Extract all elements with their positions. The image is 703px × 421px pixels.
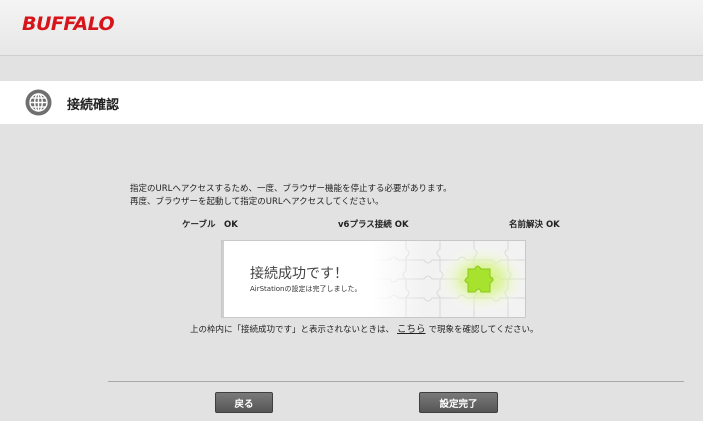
success-subtitle: AirStationの設定は完了しました。 (250, 285, 362, 293)
success-title: 接続成功です！ (250, 266, 348, 282)
puzzle-image (372, 241, 525, 317)
hint-after: で現象を確認してください。 (428, 325, 539, 335)
frame-border (222, 241, 224, 317)
status-cable: ケーブル OK (182, 220, 238, 230)
status-v6plus: v6プラス接続 OK (338, 220, 409, 230)
hint-before: 上の枠内に「接続成功です」と表示されないときは、 (190, 325, 395, 335)
hint-link[interactable]: こちら (397, 324, 426, 335)
title-bar: 接続確認 (0, 81, 703, 124)
globe-icon (25, 89, 52, 116)
message-line-1: 指定のURLへアクセスするため、一度、ブラウザー機能を停止する必要があります。 (130, 184, 452, 194)
connection-check-frame: 接続成功です！ AirStationの設定は完了しました。 (221, 240, 526, 318)
buffalo-logo: BUFFALO (22, 13, 115, 35)
back-button[interactable]: 戻る (215, 392, 273, 413)
header: BUFFALO (0, 0, 703, 56)
page-title: 接続確認 (67, 98, 120, 113)
status-dns: 名前解決 OK (509, 220, 560, 230)
finish-button[interactable]: 設定完了 (419, 392, 498, 413)
message-line-2: 再度、ブラウザーを起動して指定のURLへアクセスしてください。 (130, 197, 384, 207)
divider (108, 381, 684, 382)
hint-text: 上の枠内に「接続成功です」と表示されないときは、 こちら で現象を確認してください。 (190, 321, 539, 335)
